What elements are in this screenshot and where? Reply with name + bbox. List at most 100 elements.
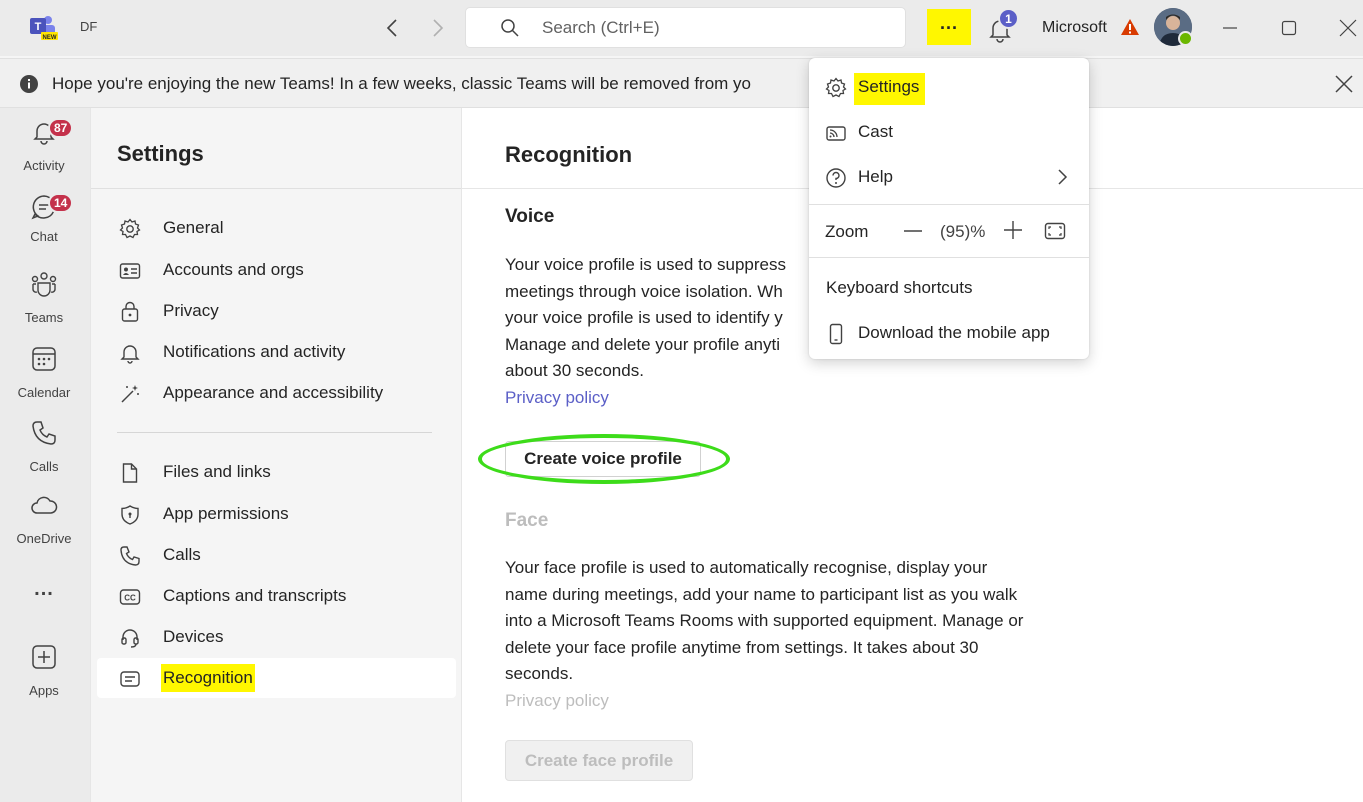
rail-item-onedrive[interactable]: OneDrive (0, 485, 88, 549)
warning-icon (1120, 17, 1140, 37)
menu-item-cast[interactable]: Cast (809, 110, 1089, 154)
more-options-button[interactable]: ... (927, 9, 971, 45)
voice-description: Your voice profile is used to suppress m… (505, 252, 805, 385)
back-arrow-icon[interactable] (380, 14, 406, 42)
settings-nav-appearance[interactable]: Appearance and accessibility (97, 373, 456, 413)
rail-item-label: Calls (29, 459, 59, 474)
svg-text:CC: CC (124, 594, 136, 603)
teams-icon (30, 270, 58, 298)
nav-label: General (163, 218, 224, 237)
more-options-label: ... (939, 13, 958, 33)
lock-icon (119, 301, 141, 323)
zoom-out-icon[interactable] (902, 220, 924, 242)
title-bar: T NEW DF ... 1 Microsoft (0, 0, 1363, 56)
presence-available-icon (1178, 31, 1193, 46)
close-banner-icon[interactable] (1333, 73, 1355, 95)
divider (117, 432, 432, 433)
zoom-value: (95)% (940, 222, 986, 241)
nav-label: App permissions (163, 504, 289, 523)
chevron-right-icon (1053, 167, 1071, 187)
rail-item-calendar[interactable]: Calendar (0, 339, 88, 403)
org-name[interactable]: Microsoft (1042, 19, 1107, 37)
notification-badge: 1 (998, 8, 1019, 29)
forward-arrow-icon[interactable] (424, 14, 450, 42)
rail-item-activity[interactable]: 87 Activity (0, 112, 88, 176)
rail-item-calls[interactable]: Calls (0, 413, 88, 477)
menu-item-settings[interactable]: Settings (809, 65, 1089, 109)
full-screen-icon[interactable] (1044, 221, 1066, 241)
rail-item-label: Calendar (17, 385, 71, 400)
svg-text:NEW: NEW (43, 35, 57, 41)
create-face-profile-button[interactable]: Create face profile (505, 740, 693, 781)
teams-logo-icon: T NEW (28, 14, 58, 42)
settings-panel: Settings General Accounts and orgs Priva… (90, 108, 462, 802)
rail-item-chat[interactable]: 14 Chat (0, 187, 88, 251)
voice-description-line: Manage and delete your profile anyti (505, 334, 781, 354)
settings-nav-captions[interactable]: CC Captions and transcripts (97, 576, 456, 616)
settings-nav-files[interactable]: Files and links (97, 452, 456, 492)
settings-nav-devices[interactable]: Devices (97, 617, 456, 657)
id-card-icon (119, 260, 141, 282)
face-description-line: seconds. (505, 664, 574, 683)
settings-nav-app-permissions[interactable]: App permissions (97, 494, 456, 534)
mobile-phone-icon (825, 323, 847, 345)
gear-icon (825, 77, 847, 99)
captions-icon: CC (119, 586, 141, 608)
close-window-icon[interactable] (1334, 14, 1362, 42)
minimize-icon[interactable] (1216, 14, 1244, 42)
face-description-line: delete your face profile anytime from se… (505, 637, 979, 657)
menu-item-download-app[interactable]: Download the mobile app (809, 311, 1089, 355)
create-voice-profile-button[interactable]: Create voice profile (505, 441, 701, 477)
voice-description-line: meetings through voice isolation. Wh (505, 281, 783, 301)
calendar-icon (30, 345, 58, 373)
rail-item-teams[interactable]: Teams (0, 264, 88, 328)
settings-title: Settings (117, 141, 204, 166)
menu-item-help[interactable]: Help (809, 155, 1089, 199)
voice-description-line: about 30 seconds. (505, 361, 644, 380)
settings-nav-privacy[interactable]: Privacy (97, 291, 456, 331)
divider (809, 204, 1089, 205)
headset-icon (119, 627, 141, 649)
activity-badge: 87 (48, 118, 74, 138)
settings-nav-general[interactable]: General (97, 208, 456, 248)
voice-heading: Voice (505, 206, 555, 227)
voice-privacy-link[interactable]: Privacy policy (505, 388, 609, 408)
rail-item-label: Activity (23, 158, 65, 173)
nav-label: Accounts and orgs (163, 260, 304, 279)
maximize-icon[interactable] (1275, 14, 1303, 42)
settings-nav-recognition[interactable]: Recognition (97, 658, 456, 698)
settings-nav-calls[interactable]: Calls (97, 535, 456, 575)
divider (809, 257, 1089, 258)
cloud-icon (30, 491, 58, 519)
help-icon (825, 167, 847, 189)
zoom-label: Zoom (825, 222, 869, 241)
divider (91, 188, 462, 189)
zoom-in-icon[interactable] (1002, 219, 1024, 241)
face-description: Your face profile is used to automatical… (505, 555, 1085, 688)
rail-item-apps[interactable]: Apps (0, 637, 88, 701)
more-apps-button[interactable]: ... (0, 578, 88, 602)
page-title: Recognition (505, 142, 633, 167)
rail-item-label: Chat (30, 229, 58, 244)
more-options-menu: Settings Cast Help Zoom (95)% Keyboard s… (809, 58, 1089, 359)
nav-label: Devices (163, 627, 224, 646)
recognition-icon (119, 668, 141, 690)
settings-nav-accounts[interactable]: Accounts and orgs (97, 250, 456, 290)
face-privacy-link[interactable]: Privacy policy (505, 691, 609, 711)
nav-label: Privacy (163, 301, 219, 320)
file-icon (119, 462, 141, 484)
info-banner: Hope you're enjoying the new Teams! In a… (0, 58, 1363, 108)
face-description-line: into a Microsoft Teams Rooms with suppor… (505, 611, 1024, 630)
info-icon (19, 74, 39, 94)
search-box[interactable] (465, 7, 906, 48)
chat-badge: 14 (48, 193, 74, 213)
menu-label: Download the mobile app (858, 323, 1050, 342)
nav-label: Calls (163, 545, 201, 564)
menu-item-keyboard-shortcuts[interactable]: Keyboard shortcuts (809, 268, 1089, 308)
menu-label: Settings (854, 73, 926, 105)
settings-nav-notifications[interactable]: Notifications and activity (97, 332, 456, 372)
search-input[interactable] (542, 16, 882, 40)
face-description-line: Your face profile is used to automatical… (505, 558, 988, 577)
rail-item-label: OneDrive (16, 531, 72, 546)
menu-label: Cast (858, 122, 893, 141)
